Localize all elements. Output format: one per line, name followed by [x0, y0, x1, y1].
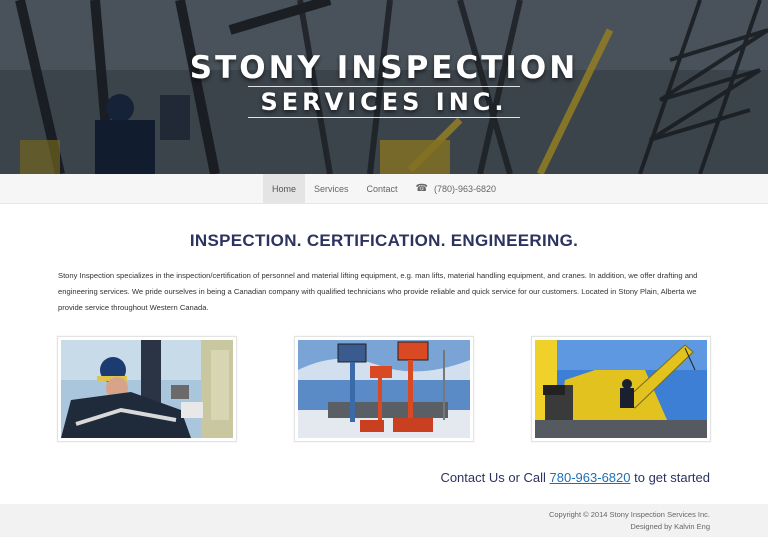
- footer-copyright: Copyright © 2014 Stony Inspection Servic…: [548, 510, 710, 519]
- cta-suffix: to get started: [630, 470, 710, 485]
- page-headline: INSPECTION. CERTIFICATION. ENGINEERING.: [189, 231, 579, 250]
- nav-services[interactable]: Services: [305, 174, 358, 203]
- contact-call-to-action: Contact Us or Call 780-963-6820 to get s…: [440, 470, 710, 485]
- boom-lifts-photo: [294, 336, 474, 442]
- nav-contact[interactable]: Contact: [357, 174, 406, 203]
- nav-phone-link[interactable]: ☎ (780)-963-6820: [407, 174, 506, 203]
- technician-image: [61, 340, 233, 438]
- page-footer: Copyright © 2014 Stony Inspection Servic…: [0, 504, 768, 537]
- footer-credit: Designed by Kalvin Eng: [630, 522, 710, 531]
- site-title-line2: SERVICES INC.: [260, 88, 508, 116]
- nav-home[interactable]: Home: [262, 174, 305, 203]
- cta-phone-link[interactable]: 780-963-6820: [550, 470, 631, 485]
- hero-banner: STONY INSPECTION SERVICES INC.: [0, 0, 768, 174]
- technician-photo: [57, 336, 237, 442]
- site-title-line1: STONY INSPECTION: [189, 50, 579, 86]
- crane-photo: [531, 336, 711, 442]
- intro-paragraph: Stony Inspection specializes in the insp…: [58, 271, 698, 312]
- nav-phone-number: (780)-963-6820: [433, 183, 497, 194]
- crane-image: [535, 340, 707, 438]
- cta-prefix: Contact Us or Call: [440, 470, 550, 485]
- hero-rule-top: [248, 86, 520, 87]
- boom-lifts-image: [298, 340, 470, 438]
- main-navigation: Home Services Contact ☎ (780)-963-6820: [0, 174, 768, 204]
- hero-background-image: [0, 0, 768, 174]
- hero-rule-bottom: [248, 117, 520, 118]
- phone-icon: ☎: [415, 183, 428, 194]
